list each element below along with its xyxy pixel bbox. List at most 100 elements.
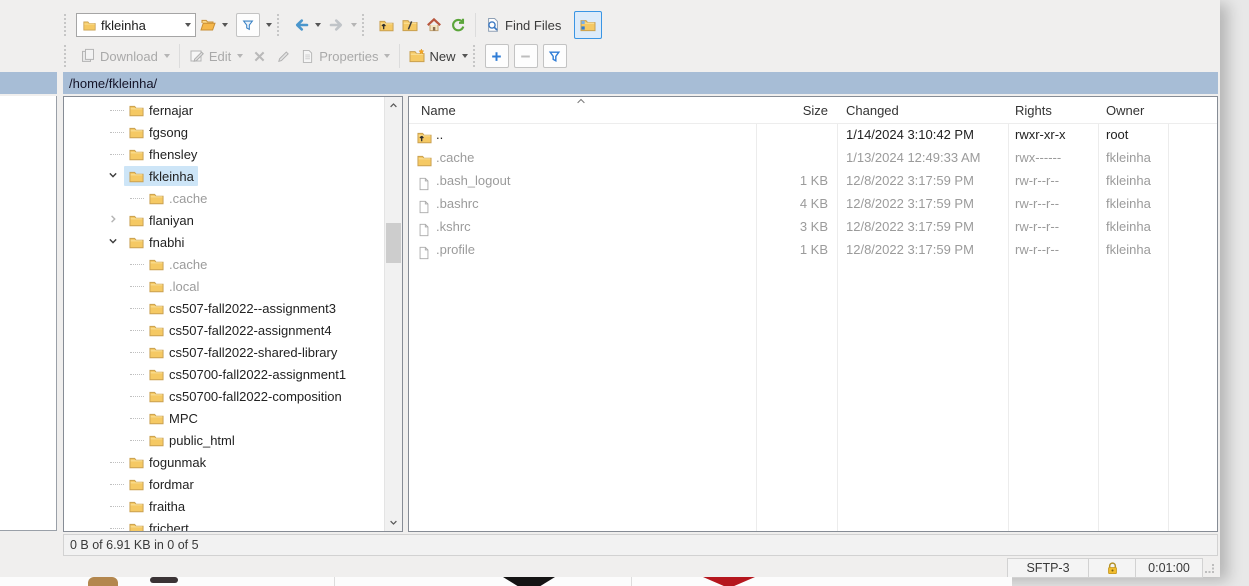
column-header-owner[interactable]: Owner (1106, 97, 1144, 123)
tree-connector (130, 198, 144, 199)
tree-item-cs50700-fall2022-assignment1[interactable]: cs50700-fall2022-assignment1 (64, 363, 384, 385)
tree-item-fhensley[interactable]: fhensley (64, 143, 384, 165)
tree-item-fgsong[interactable]: fgsong (64, 121, 384, 143)
tree-item-label: .cache (169, 191, 207, 206)
scroll-up-icon[interactable] (385, 97, 402, 114)
file-rights: rw-r--r-- (1015, 215, 1097, 238)
toolbar-separator (399, 44, 400, 68)
chevron-down-icon[interactable] (384, 54, 390, 58)
column-header-rights[interactable]: Rights (1015, 97, 1052, 123)
tree-item-label: fogunmak (149, 455, 206, 470)
minus-icon (518, 48, 534, 64)
file-row--bash-logout[interactable]: .bash_logout 1 KB 12/8/2022 3:17:59 PM r… (409, 169, 1217, 192)
tree-item-frichert[interactable]: frichert (64, 517, 384, 532)
scroll-down-icon[interactable] (385, 514, 402, 531)
tree-item-cs50700-fall2022-composition[interactable]: cs50700-fall2022-composition (64, 385, 384, 407)
local-panel-sliver[interactable] (0, 96, 57, 531)
chevron-down-icon[interactable] (315, 23, 321, 27)
file-row--cache[interactable]: .cache 1/13/2024 12:49:33 AM rwx------ f… (409, 146, 1217, 169)
tree-item--cache[interactable]: .cache (64, 253, 384, 275)
toolbar-grip[interactable] (277, 14, 284, 36)
file-row--[interactable]: .. 1/14/2024 3:10:42 PM rwxr-xr-x root (409, 123, 1217, 146)
funnel-icon (547, 48, 563, 64)
tree-item-public-html[interactable]: public_html (64, 429, 384, 451)
toolbar-grip[interactable] (64, 14, 71, 36)
file-changed: 12/8/2022 3:17:59 PM (846, 169, 1006, 192)
tree-item-fraitha[interactable]: fraitha (64, 495, 384, 517)
forward-button[interactable] (325, 12, 361, 38)
properties-icon (299, 48, 315, 64)
tree-item-fordmar[interactable]: fordmar (64, 473, 384, 495)
toolbar-grip[interactable] (362, 14, 369, 36)
local-panel-path-bar[interactable] (0, 72, 57, 94)
tree-item-cs507-fall2022-assignment4[interactable]: cs507-fall2022-assignment4 (64, 319, 384, 341)
tree-scrollbar[interactable] (384, 97, 402, 531)
delete-button[interactable] (247, 43, 271, 69)
chevron-down-icon[interactable] (266, 23, 272, 27)
file-rights: rw-r--r-- (1015, 238, 1097, 261)
open-folder-icon (200, 17, 216, 33)
new-button[interactable]: New (405, 43, 471, 69)
tree-item-cs507-fall2022-shared-library[interactable]: cs507-fall2022-shared-library (64, 341, 384, 363)
tree-item--cache[interactable]: .cache (64, 187, 384, 209)
tree-item-fogunmak[interactable]: fogunmak (64, 451, 384, 473)
tree-item-fernajar[interactable]: fernajar (64, 99, 384, 121)
rename-button[interactable] (271, 43, 295, 69)
chevron-down-icon[interactable] (237, 54, 243, 58)
file-row--bashrc[interactable]: .bashrc 4 KB 12/8/2022 3:17:59 PM rw-r--… (409, 192, 1217, 215)
chevron-down-icon[interactable] (106, 234, 122, 250)
toolbar-grip[interactable] (473, 45, 480, 67)
file-size (748, 123, 828, 146)
chevron-down-icon[interactable] (351, 23, 357, 27)
home-directory-button[interactable] (422, 12, 446, 38)
filter-button[interactable] (232, 12, 276, 38)
remote-path-bar[interactable]: /home/fkleinha/ (63, 72, 1218, 94)
remote-directory-combobox[interactable]: fkleinha (76, 13, 196, 37)
scrollbar-thumb[interactable] (386, 223, 401, 263)
folder-icon (128, 454, 144, 470)
column-header-name[interactable]: Name (421, 97, 456, 123)
tree-toggle-button[interactable] (574, 11, 602, 39)
download-button[interactable]: Download (76, 43, 174, 69)
background-page-sliver (0, 577, 1012, 586)
open-directory-button[interactable] (196, 12, 232, 38)
chevron-right-icon[interactable] (106, 212, 122, 228)
tree-item-cs507-fall2022-assignment3[interactable]: cs507-fall2022--assignment3 (64, 297, 384, 319)
toolbar-separator (179, 44, 180, 68)
tree-item-flaniyan[interactable]: flaniyan (64, 209, 384, 231)
chevron-down-icon[interactable] (222, 23, 228, 27)
chevron-down-icon[interactable] (164, 54, 170, 58)
file-row--kshrc[interactable]: .kshrc 3 KB 12/8/2022 3:17:59 PM rw-r--r… (409, 215, 1217, 238)
column-header-changed[interactable]: Changed (846, 97, 899, 123)
tree-item-fkleinha[interactable]: fkleinha (64, 165, 384, 187)
find-files-button[interactable]: Find Files (481, 12, 565, 38)
file-row--profile[interactable]: .profile 1 KB 12/8/2022 3:17:59 PM rw-r-… (409, 238, 1217, 261)
tree-item-mpc[interactable]: MPC (64, 407, 384, 429)
tree-item--local[interactable]: .local (64, 275, 384, 297)
chevron-down-icon[interactable] (462, 54, 468, 58)
refresh-button[interactable] (446, 12, 470, 38)
download-icon (80, 48, 96, 64)
back-button[interactable] (289, 12, 325, 38)
column-header-size[interactable]: Size (748, 97, 828, 123)
chevron-down-icon[interactable] (106, 168, 122, 184)
winscp-window: fkleinha Find Files Down (0, 0, 1220, 577)
selection-filter-button[interactable] (543, 44, 567, 68)
tree-item-fnabhi[interactable]: fnabhi (64, 231, 384, 253)
properties-button[interactable]: Properties (295, 43, 394, 69)
select-add-button[interactable] (485, 44, 509, 68)
folder-icon (148, 256, 164, 272)
folder-icon (81, 17, 97, 33)
chevron-down-icon[interactable] (185, 23, 191, 27)
parent-directory-button[interactable] (374, 12, 398, 38)
plus-icon (489, 48, 505, 64)
file-name: .cache (436, 146, 752, 169)
tree-connector (130, 418, 144, 419)
edit-button[interactable]: Edit (185, 43, 247, 69)
resize-grip[interactable] (1203, 558, 1218, 578)
root-directory-button[interactable] (398, 12, 422, 38)
folder-tree-icon (580, 17, 596, 33)
protocol-badge: SFTP-3 (1007, 558, 1089, 578)
select-remove-button[interactable] (514, 44, 538, 68)
toolbar-grip[interactable] (64, 45, 71, 67)
